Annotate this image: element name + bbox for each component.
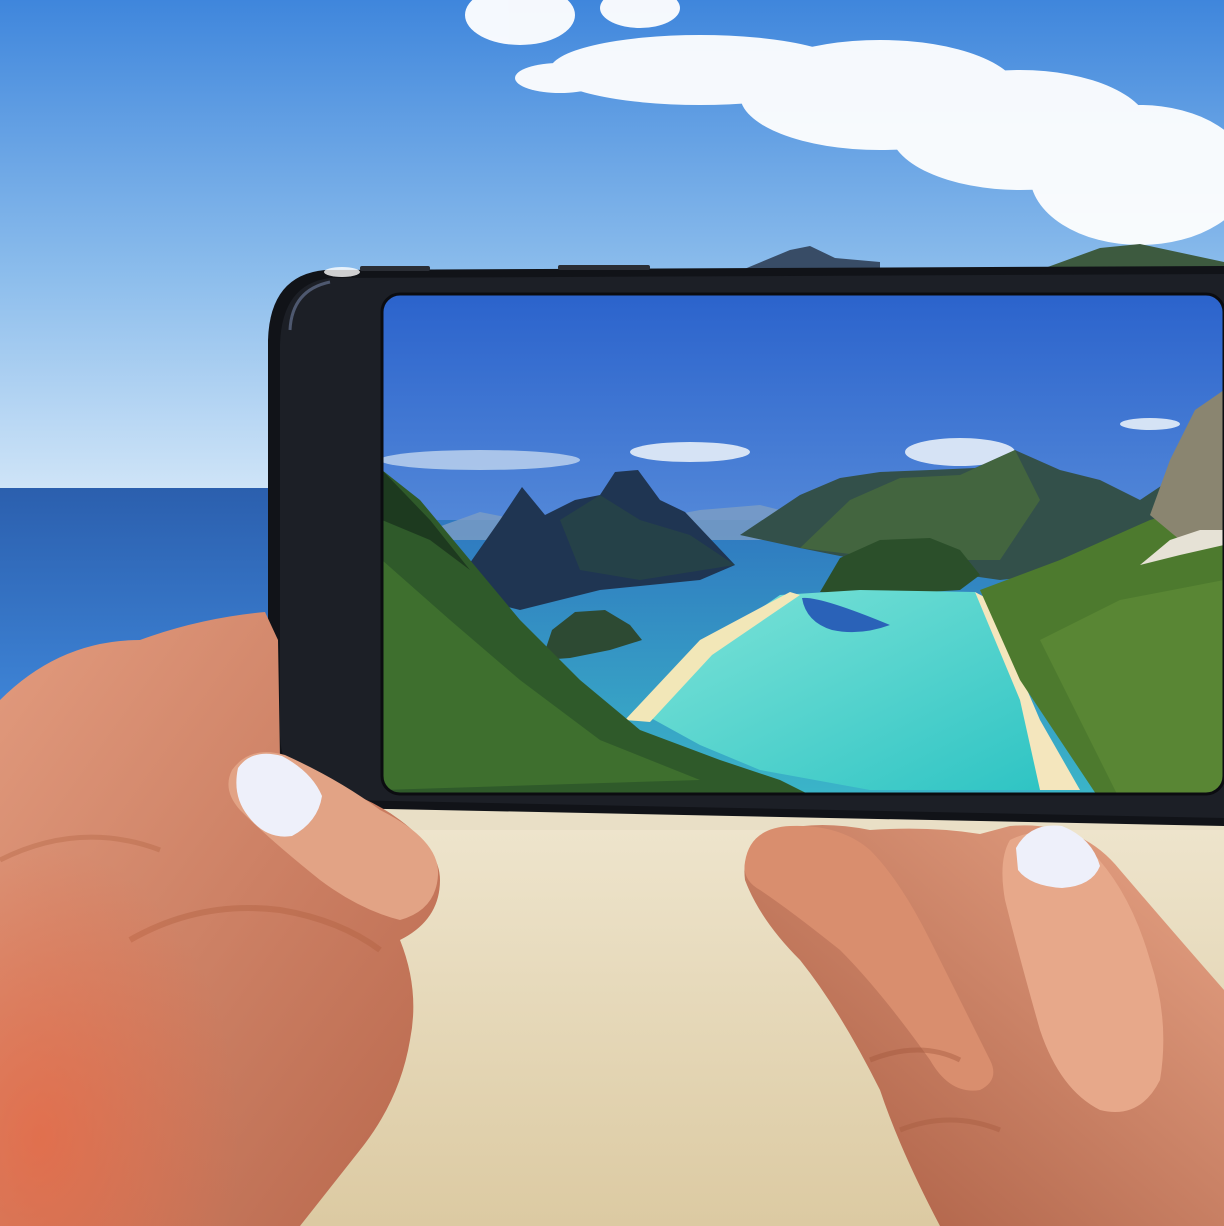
left-hand — [0, 612, 440, 1226]
scene-illustration — [0, 0, 1224, 1226]
photo-scene — [0, 0, 1224, 1226]
phone-screen — [382, 294, 1224, 794]
